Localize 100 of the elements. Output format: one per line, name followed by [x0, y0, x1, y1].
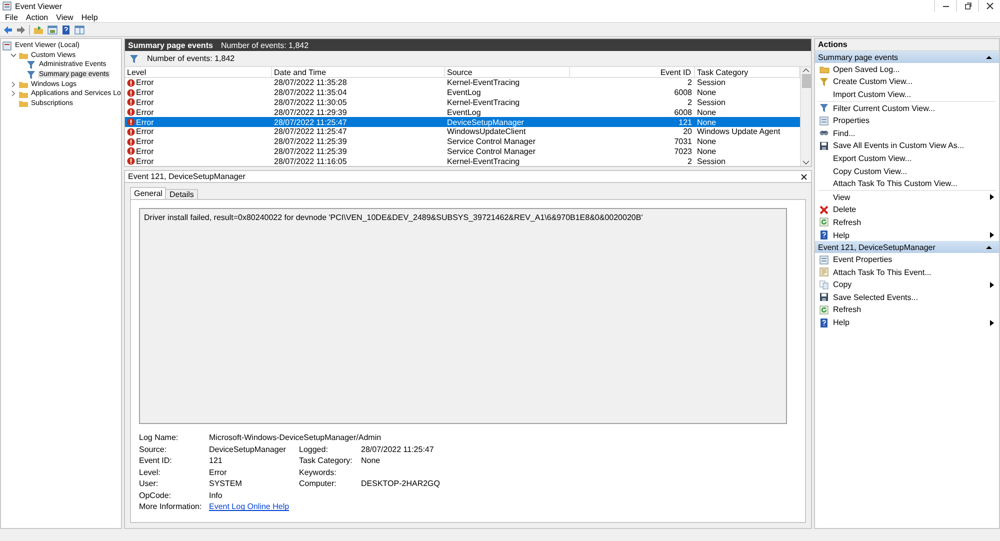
event-row[interactable]: Error 28/07/2022 11:25:47 DeviceSetupManager 121 None	[125, 117, 800, 127]
pane-command[interactable]: Export Custom View...	[815, 152, 999, 165]
collapse-arrow-icon[interactable]	[985, 54, 993, 60]
pane-command[interactable]: Save Selected Events...	[815, 291, 999, 304]
field-label: Level:	[139, 468, 162, 477]
collapse-arrow-icon[interactable]	[985, 244, 993, 251]
pane-command[interactable]: Help	[815, 228, 999, 242]
pane-command[interactable]: Delete	[815, 204, 999, 216]
category-text: Session	[696, 156, 726, 166]
folder-icon	[18, 98, 28, 108]
close-icon[interactable]	[800, 172, 808, 181]
source-text: Service Control Manager	[446, 146, 536, 156]
event-row[interactable]: Error 28/07/2022 11:29:39 EventLog 6008 None	[125, 107, 800, 118]
log-icon	[2, 40, 12, 51]
field-value: Microsoft-Windows-DeviceSetupManager/Admin	[209, 433, 382, 442]
back-arrow-icon[interactable]	[3, 24, 13, 34]
source-text: WindowsUpdateClient	[446, 127, 527, 136]
level-text: Error	[136, 108, 154, 117]
source-text: Kernel-EventTracing	[446, 98, 521, 107]
pane-command[interactable]: Properties	[815, 114, 999, 127]
pane-command[interactable]: Copy Custom View...	[815, 164, 999, 178]
panel-icon[interactable]	[47, 24, 58, 34]
group-header[interactable]: Event 121, DeviceSetupManager	[815, 241, 999, 254]
pane-command[interactable]: Refresh	[815, 304, 999, 316]
panel-icon[interactable]	[74, 24, 85, 34]
event-id-text: 6008	[673, 88, 693, 98]
filter-summary: Number of events: 1,842	[147, 54, 235, 63]
refresh-icon	[819, 217, 829, 228]
field-label: OpCode:	[139, 490, 172, 500]
event-count: Number of events: 1,842	[220, 40, 309, 50]
event-row[interactable]: Error 28/07/2022 11:25:47 WindowsUpdateClient 20 Windows Update Agent	[125, 126, 800, 137]
field-label: Event ID:	[139, 456, 173, 466]
pane-command[interactable]: Help	[815, 316, 999, 329]
help-icon[interactable]	[61, 24, 71, 34]
menu-item[interactable]: Action	[22, 12, 52, 22]
source-text: DeviceSetupManager	[446, 118, 525, 127]
date-text: 28/07/2022 11:29:39	[273, 108, 348, 117]
event-message: Driver install failed, result=0x80240022 for devnode 'PCI\VEN_10DE&DEV_2489&SUBSYS_39721462&REV_A1\6&970B1E8&0&0020020B'	[139, 208, 787, 424]
column-header[interactable]: Event ID	[570, 67, 695, 77]
pane-command[interactable]: Attach Task To This Custom View...	[815, 177, 999, 190]
event-row[interactable]: Error 28/07/2022 11:35:28 Kernel-EventTracing 2 Session	[125, 78, 800, 88]
event-row[interactable]: Error 28/07/2022 11:25:39 Service Control Manager 7023 None	[125, 146, 800, 156]
field-value: Info	[209, 490, 224, 500]
level-text: Error	[136, 146, 154, 156]
help-link[interactable]: Event Log Online Help	[209, 502, 290, 512]
pane-command[interactable]: Event Properties	[815, 253, 999, 266]
field-label: Computer:	[299, 479, 338, 488]
pane-command[interactable]: Import Custom View...	[815, 88, 999, 101]
menu-item[interactable]: Help	[77, 12, 102, 22]
pane-command[interactable]: Find...	[815, 126, 999, 140]
filter-icon	[26, 70, 36, 80]
event-row[interactable]: Error 28/07/2022 11:25:39 Service Control Manager 7031 None	[125, 136, 800, 147]
tab[interactable]: General	[130, 187, 166, 200]
event-id-text: 2	[686, 78, 693, 88]
level-text: Error	[136, 118, 154, 127]
source-text: Kernel-EventTracing	[446, 156, 521, 166]
filter-icon	[129, 54, 139, 64]
collapsed-chevron-icon[interactable]	[10, 80, 16, 88]
tab[interactable]: Details	[165, 189, 198, 200]
scroll-thumb[interactable]	[802, 74, 810, 88]
field-value: DeviceSetupManager	[209, 444, 287, 454]
pane-command[interactable]: Filter Current Custom View...	[815, 102, 999, 114]
pane-command[interactable]: Open Saved Log...	[815, 63, 999, 76]
pane-command[interactable]: Save All Events in Custom View As...	[815, 140, 999, 152]
column-header[interactable]: Date and Time	[272, 67, 445, 77]
scroll-up-icon[interactable]	[802, 67, 810, 74]
scroll-down-icon[interactable]	[802, 159, 810, 166]
scrollbar[interactable]	[800, 67, 811, 166]
close-icon	[984, 1, 994, 11]
collapsed-chevron-icon[interactable]	[10, 90, 16, 98]
level-text: Error	[136, 88, 154, 98]
category-text: Session	[696, 98, 726, 107]
restore-icon	[962, 1, 972, 11]
window-title: Event Viewer	[15, 2, 63, 10]
pane-command[interactable]: Copy	[815, 278, 999, 292]
source-text: Service Control Manager	[446, 137, 536, 146]
folder-icon[interactable]	[33, 24, 44, 34]
folder-icon	[18, 79, 28, 90]
event-row[interactable]: Error 28/07/2022 11:16:05 Kernel-EventTracing 2 Session	[125, 156, 800, 166]
forward-arrow-icon[interactable]	[16, 24, 26, 34]
field-label: User:	[139, 479, 160, 488]
event-id-text: 2	[686, 98, 693, 107]
column-header[interactable]: Source	[445, 67, 570, 77]
pane-command[interactable]: Attach Task To This Event...	[815, 266, 999, 278]
pane-command[interactable]: Refresh	[815, 216, 999, 229]
field-label: Logged:	[299, 444, 329, 454]
pane-command[interactable]: View	[815, 190, 999, 204]
column-header[interactable]: Level	[125, 67, 272, 77]
group-header[interactable]: Summary page events	[815, 51, 999, 63]
menu-item[interactable]: View	[52, 12, 78, 22]
event-row[interactable]: Error 28/07/2022 11:35:04 EventLog 6008 None	[125, 88, 800, 98]
event-row[interactable]: Error 28/07/2022 11:30:05 Kernel-EventTracing 2 Session	[125, 98, 800, 108]
category-text: None	[696, 108, 718, 117]
pane-command[interactable]: Create Custom View...	[815, 76, 999, 88]
pane-title: Actions	[815, 39, 999, 51]
field-value: None	[361, 456, 382, 466]
category-text: None	[696, 146, 718, 156]
field-value: DESKTOP-2HAR2GQ	[361, 479, 441, 488]
expanded-chevron-icon[interactable]	[10, 52, 16, 58]
menu-item[interactable]: File	[1, 12, 22, 22]
